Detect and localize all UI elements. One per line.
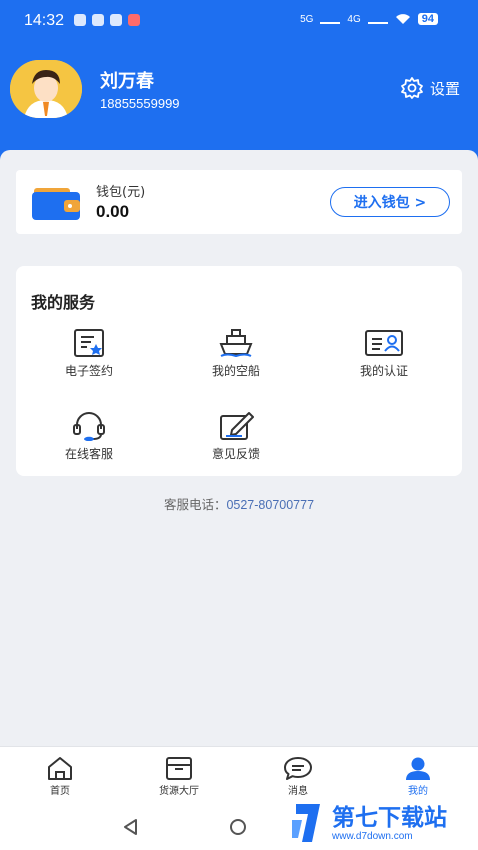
wallet-icon: [32, 188, 80, 220]
hotline-number[interactable]: 0527-80700777: [226, 498, 314, 512]
system-icons: 5G 4G 94: [300, 13, 438, 25]
network-label: 5G: [300, 13, 314, 25]
home-icon: [48, 757, 72, 780]
services-title: 我的服务: [31, 293, 96, 312]
service-my-ship[interactable]: 我的空船: [186, 328, 286, 379]
notification-icon: [74, 14, 86, 26]
status-time: 14:32: [24, 12, 65, 29]
notification-icons: [74, 14, 140, 26]
my-services-card: 我的服务 电子签约 我的空船 我的认证 在线客服 意见反馈: [16, 266, 462, 476]
watermark-url: www.d7down.com: [332, 830, 413, 842]
service-online-support[interactable]: 在线客服: [39, 411, 139, 462]
tab-label: 首页: [50, 786, 70, 797]
tab-home[interactable]: 首页: [10, 755, 110, 797]
status-bar: 14:32 5G 4G 94: [0, 0, 478, 44]
contract-icon: [74, 329, 104, 357]
wifi-icon: [395, 14, 410, 24]
gear-icon: [401, 77, 423, 99]
bottom-tab-bar: 首页 货源大厅 消息 我的: [0, 746, 478, 802]
watermark: 第七下载站 www.d7down.com: [290, 800, 447, 846]
service-label: 意见反馈: [211, 447, 260, 461]
tab-label: 消息: [288, 786, 308, 797]
ship-icon: [219, 329, 253, 358]
profile-header: 14:32 5G 4G 94 刘万春 18855559999 设置: [0, 0, 478, 165]
service-label: 我的认证: [359, 364, 408, 378]
tab-mine[interactable]: 我的: [368, 755, 468, 797]
signal-icon: [367, 14, 388, 24]
settings-button[interactable]: 设置: [400, 76, 460, 100]
tab-label: 我的: [408, 786, 428, 797]
back-icon[interactable]: [122, 818, 140, 836]
notification-icon: [92, 14, 104, 26]
wallet-balance: 0.00: [96, 202, 130, 221]
home-nav-icon[interactable]: [228, 818, 248, 836]
settings-label: 设置: [430, 79, 461, 98]
service-my-certification[interactable]: 我的认证: [334, 328, 434, 379]
headset-icon: [73, 412, 105, 441]
tab-label: 货源大厅: [159, 786, 199, 797]
tab-messages[interactable]: 消息: [248, 755, 348, 797]
hotline-label: 客服电话：: [163, 497, 227, 512]
network-label-2: 4G: [347, 13, 361, 25]
customer-service-hotline: 客服电话：0527-80700777: [0, 494, 478, 513]
id-card-icon: [365, 330, 403, 356]
service-e-contract[interactable]: 电子签约: [39, 328, 139, 379]
user-icon: [406, 757, 430, 780]
box-icon: [166, 757, 192, 780]
signal-icon: [320, 14, 341, 24]
service-feedback[interactable]: 意见反馈: [186, 411, 286, 462]
message-icon: [284, 757, 312, 780]
battery-icon: 94: [417, 13, 438, 25]
user-phone: 18855559999: [100, 96, 180, 111]
wallet-label: 钱包(元): [96, 185, 146, 200]
service-label: 电子签约: [64, 364, 113, 378]
d7-logo-icon: [292, 804, 320, 842]
service-label: 我的空船: [211, 364, 260, 378]
service-label: 在线客服: [64, 447, 113, 461]
notification-icon: [110, 14, 122, 26]
watermark-title: 第七下载站: [332, 804, 447, 831]
user-name: 刘万春: [100, 71, 154, 92]
tab-cargo-hall[interactable]: 货源大厅: [129, 755, 229, 797]
avatar[interactable]: [10, 60, 82, 118]
wallet-card: 钱包(元) 0.00 进入钱包 >: [16, 170, 462, 234]
enter-wallet-button[interactable]: 进入钱包 >: [330, 187, 450, 217]
avatar-icon: [10, 60, 82, 118]
feedback-icon: [220, 412, 254, 440]
notification-icon: [128, 14, 140, 26]
